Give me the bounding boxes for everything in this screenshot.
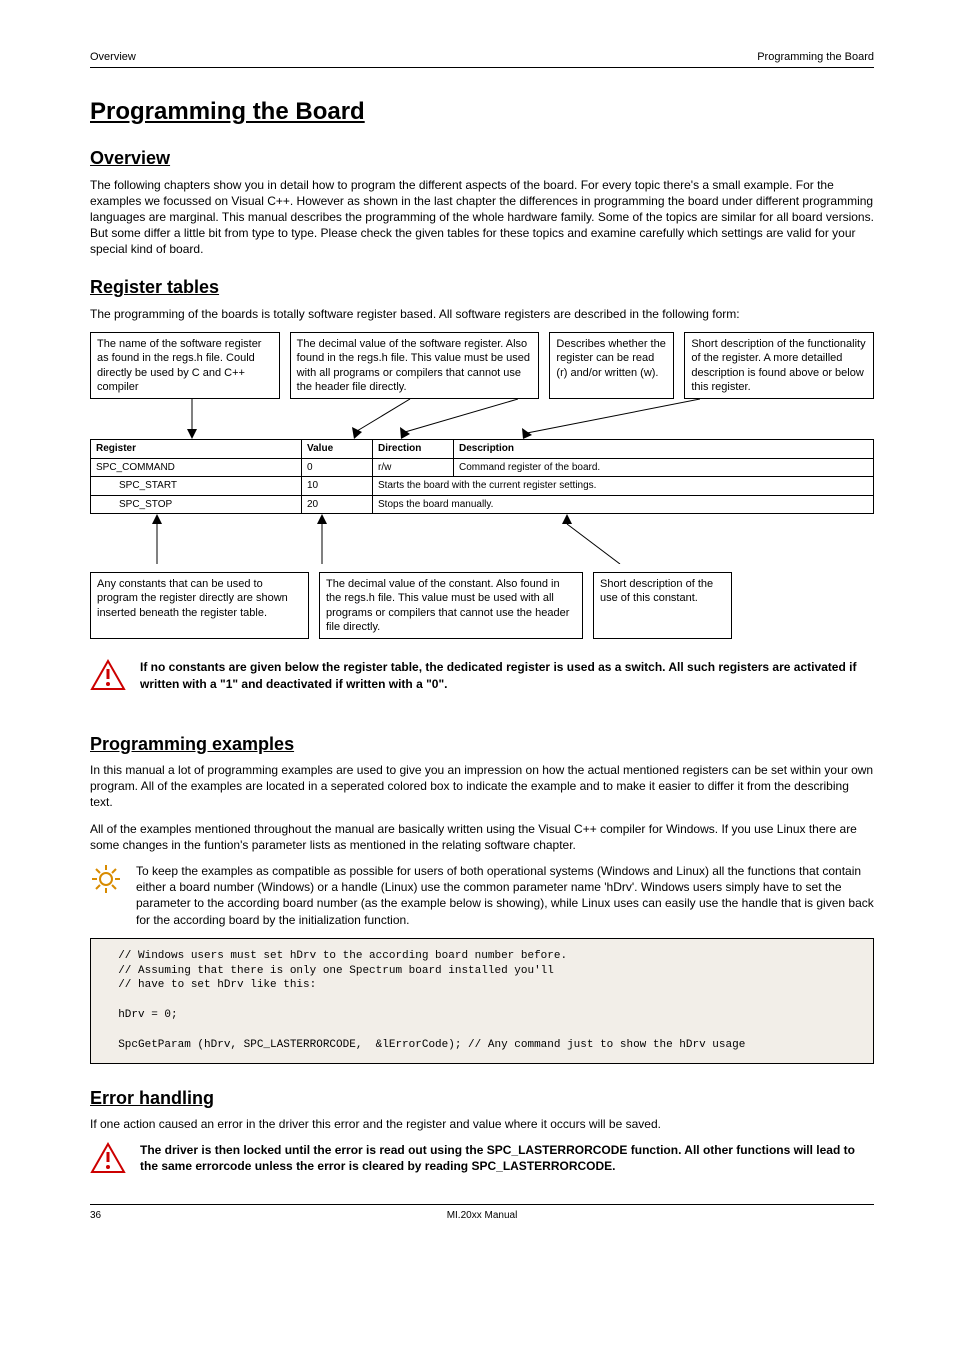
progex-p1: In this manual a lot of programming exam… bbox=[90, 762, 874, 811]
section-err-title: Error handling bbox=[90, 1086, 874, 1110]
th-value: Value bbox=[302, 440, 373, 459]
table-row: SPC_COMMAND 0 r/w Command register of th… bbox=[91, 458, 874, 477]
table-header-row: Register Value Direction Description bbox=[91, 440, 874, 459]
cell: SPC_COMMAND bbox=[91, 458, 302, 477]
arrow-down-icon bbox=[520, 399, 700, 439]
cell: 0 bbox=[302, 458, 373, 477]
code-example: // Windows users must set hDrv to the ac… bbox=[90, 938, 874, 1064]
section-overview-title: Overview bbox=[90, 146, 874, 170]
cell: SPC_START bbox=[91, 477, 302, 496]
arrow-down-icon bbox=[185, 399, 199, 439]
arrows-down-row bbox=[90, 399, 874, 439]
page-header: Overview Programming the Board bbox=[90, 50, 874, 68]
top-defboxes: The name of the software register as fou… bbox=[90, 332, 874, 399]
tip-icon bbox=[90, 863, 122, 895]
cell: SPC_STOP bbox=[91, 495, 302, 514]
defbox-desc: Short description of the functionality o… bbox=[684, 332, 874, 399]
footer-page: 36 bbox=[90, 1209, 101, 1223]
th-description: Description bbox=[454, 440, 874, 459]
overview-body: The following chapters show you in detai… bbox=[90, 177, 874, 258]
th-register: Register bbox=[91, 440, 302, 459]
cell: Stops the board manually. bbox=[373, 495, 874, 514]
page-title: Programming the Board bbox=[90, 96, 874, 128]
cell: Starts the board with the current regist… bbox=[373, 477, 874, 496]
defbox-const: Any constants that can be used to progra… bbox=[90, 572, 309, 639]
arrow-up-icon bbox=[150, 514, 164, 564]
defbox-value: The decimal value of the software regist… bbox=[290, 332, 540, 399]
cell: Command register of the board. bbox=[454, 458, 874, 477]
warning-icon bbox=[90, 659, 126, 691]
section-regtables-title: Register tables bbox=[90, 275, 874, 299]
switch-warning: If no constants are given below the regi… bbox=[90, 659, 874, 691]
page-footer: 36 MI.20xx Manual bbox=[90, 1204, 874, 1223]
switch-warning-text: If no constants are given below the regi… bbox=[140, 659, 874, 691]
err-warning: The driver is then locked until the erro… bbox=[90, 1142, 874, 1174]
th-direction: Direction bbox=[373, 440, 454, 459]
defbox-dir: Describes whether the register can be re… bbox=[549, 332, 674, 399]
table-row: SPC_STOP 20 Stops the board manually. bbox=[91, 495, 874, 514]
arrows-up-row bbox=[90, 514, 874, 564]
cell: 10 bbox=[302, 477, 373, 496]
warning-icon bbox=[90, 1142, 126, 1174]
cell: r/w bbox=[373, 458, 454, 477]
progex-tip: To keep the examples as compatible as po… bbox=[90, 863, 874, 928]
register-table: Register Value Direction Description SPC… bbox=[90, 439, 874, 514]
table-row: SPC_START 10 Starts the board with the c… bbox=[91, 477, 874, 496]
cell: 20 bbox=[302, 495, 373, 514]
arrow-down-icon bbox=[398, 399, 518, 439]
defbox-constval: The decimal value of the constant. Also … bbox=[319, 572, 583, 639]
arrow-up-icon bbox=[315, 514, 329, 564]
bottom-defboxes: Any constants that can be used to progra… bbox=[90, 572, 874, 639]
footer-center: MI.20xx Manual bbox=[447, 1209, 518, 1223]
header-left: Overview bbox=[90, 50, 136, 65]
arrow-up-icon bbox=[560, 514, 630, 564]
defbox-constdesc: Short description of the use of this con… bbox=[593, 572, 732, 639]
regtables-intro: The programming of the boards is totally… bbox=[90, 306, 874, 322]
defbox-name: The name of the software register as fou… bbox=[90, 332, 280, 399]
progex-p3: To keep the examples as compatible as po… bbox=[136, 863, 874, 928]
err-p1: If one action caused an error in the dri… bbox=[90, 1116, 874, 1132]
section-progex-title: Programming examples bbox=[90, 732, 874, 756]
header-right: Programming the Board bbox=[757, 50, 874, 65]
err-warning-text: The driver is then locked until the erro… bbox=[140, 1142, 874, 1174]
progex-p2: All of the examples mentioned throughout… bbox=[90, 821, 874, 853]
